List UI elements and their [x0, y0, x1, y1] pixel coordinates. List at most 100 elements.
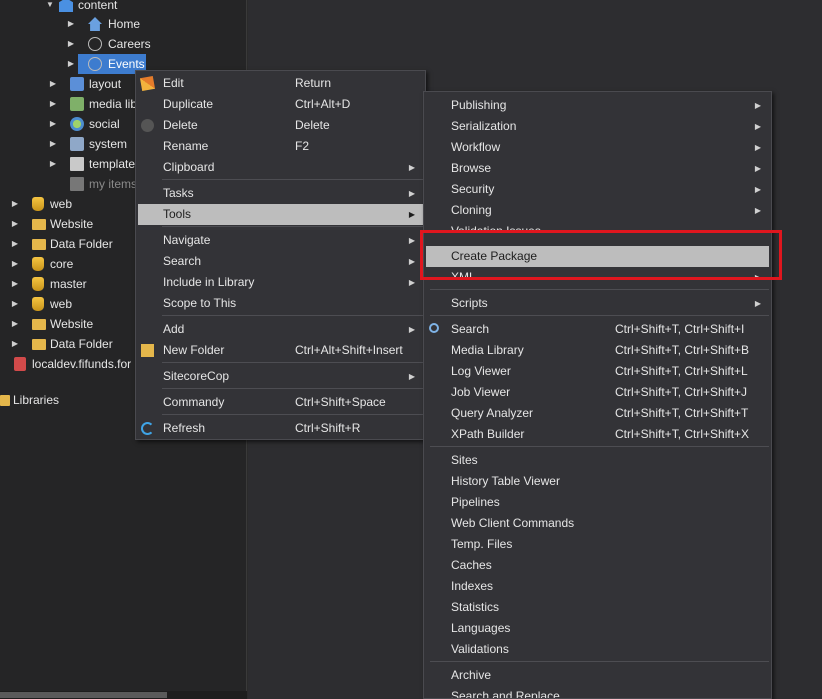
menu-item-xpath-builder[interactable]: XPath Builder Ctrl+Shift+T, Ctrl+Shift+X: [426, 424, 769, 445]
menu-item-commandy[interactable]: Commandy Ctrl+Shift+Space: [138, 392, 423, 413]
edit-icon: [139, 75, 156, 92]
expand-arrow-icon[interactable]: ▶: [48, 114, 58, 134]
menu-item-query-analyzer[interactable]: Query Analyzer Ctrl+Shift+T, Ctrl+Shift+…: [426, 403, 769, 424]
menu-item-media-library[interactable]: Media Library Ctrl+Shift+T, Ctrl+Shift+B: [426, 340, 769, 361]
menu-item-job-viewer[interactable]: Job Viewer Ctrl+Shift+T, Ctrl+Shift+J: [426, 382, 769, 403]
menu-separator: [162, 179, 423, 180]
expand-arrow-icon[interactable]: ▶: [66, 34, 76, 54]
system-icon: [70, 137, 84, 151]
expand-arrow-icon[interactable]: ▶: [48, 94, 58, 114]
menu-item-languages[interactable]: Languages: [426, 618, 769, 639]
menu-item-statistics[interactable]: Statistics: [426, 597, 769, 618]
submenu-arrow-icon: ▶: [408, 325, 415, 334]
refresh-icon: [141, 422, 154, 435]
annotation-highlight-box: [420, 230, 782, 280]
menu-item-tasks[interactable]: Tasks ▶: [138, 183, 423, 204]
expand-arrow-icon[interactable]: ▶: [10, 274, 20, 294]
menu-item-indexes[interactable]: Indexes: [426, 576, 769, 597]
menu-item-new-folder[interactable]: New Folder Ctrl+Alt+Shift+Insert: [138, 340, 423, 361]
menu-item-workflow[interactable]: Workflow ▶: [426, 137, 769, 158]
menu-item-browse[interactable]: Browse ▶: [426, 158, 769, 179]
menu-item-scope-to-this[interactable]: Scope to This: [138, 293, 423, 314]
expand-arrow-icon[interactable]: ▶: [10, 214, 20, 234]
folder-icon: [32, 239, 46, 250]
menu-item-sitecorecop[interactable]: SitecoreCop ▶: [138, 366, 423, 387]
menu-item-cloning[interactable]: Cloning ▶: [426, 200, 769, 221]
expand-arrow-icon[interactable]: ▶: [10, 194, 20, 214]
expand-arrow-icon[interactable]: ▶: [48, 134, 58, 154]
submenu-arrow-icon: ▶: [408, 189, 415, 198]
menu-item-search[interactable]: Search ▶: [138, 251, 423, 272]
globe-icon: [88, 57, 102, 71]
menu-item-publishing[interactable]: Publishing ▶: [426, 95, 769, 116]
layout-icon: [70, 77, 84, 91]
expand-arrow-icon[interactable]: ▶: [66, 54, 76, 74]
menu-item-sites[interactable]: Sites: [426, 450, 769, 471]
menu-item-rename[interactable]: Rename F2: [138, 136, 423, 157]
submenu-arrow-icon: ▶: [408, 278, 415, 287]
menu-item-delete[interactable]: Delete Delete: [138, 115, 423, 136]
menu-item-log-viewer[interactable]: Log Viewer Ctrl+Shift+T, Ctrl+Shift+L: [426, 361, 769, 382]
globe-icon: [88, 37, 102, 51]
expand-arrow-icon[interactable]: ▶: [66, 14, 76, 34]
menu-separator: [162, 388, 423, 389]
menu-separator: [430, 289, 769, 290]
menu-item-caches[interactable]: Caches: [426, 555, 769, 576]
submenu-arrow-icon: ▶: [754, 101, 761, 110]
database-icon: [32, 257, 44, 271]
expand-arrow-icon[interactable]: ▶: [10, 254, 20, 274]
database-icon: [32, 297, 44, 311]
expand-arrow-icon[interactable]: ▶: [48, 74, 58, 94]
social-icon: [70, 117, 84, 131]
menu-item-security[interactable]: Security ▶: [426, 179, 769, 200]
scrollbar-thumb[interactable]: [0, 692, 167, 698]
my-items-icon: [70, 177, 84, 191]
menu-item-history-table-viewer[interactable]: History Table Viewer: [426, 471, 769, 492]
menu-item-temp-files[interactable]: Temp. Files: [426, 534, 769, 555]
menu-item-refresh[interactable]: Refresh Ctrl+Shift+R: [138, 418, 423, 439]
menu-item-search-and-replace[interactable]: Search and Replace: [426, 686, 769, 698]
menu-item-validations[interactable]: Validations: [426, 639, 769, 660]
menu-item-archive[interactable]: Archive: [426, 665, 769, 686]
submenu-arrow-icon: ▶: [408, 257, 415, 266]
submenu-arrow-icon: ▶: [754, 164, 761, 173]
menu-item-web-client-commands[interactable]: Web Client Commands: [426, 513, 769, 534]
expand-arrow-icon[interactable]: ▶: [10, 334, 20, 354]
menu-separator: [162, 362, 423, 363]
menu-separator: [430, 315, 769, 316]
menu-item-navigate[interactable]: Navigate ▶: [138, 230, 423, 251]
menu-item-edit[interactable]: Edit Return: [138, 73, 423, 94]
menu-item-serialization[interactable]: Serialization ▶: [426, 116, 769, 137]
database-icon: [32, 197, 44, 211]
submenu-arrow-icon: ▶: [754, 206, 761, 215]
collapse-arrow-icon[interactable]: ▼: [45, 0, 55, 15]
menu-item-clipboard[interactable]: Clipboard ▶: [138, 157, 423, 178]
menu-separator: [430, 446, 769, 447]
menu-item-tools-search[interactable]: Search Ctrl+Shift+T, Ctrl+Shift+I: [426, 319, 769, 340]
submenu-arrow-icon: ▶: [408, 210, 415, 219]
expand-arrow-icon[interactable]: ▶: [48, 154, 58, 174]
tools-submenu: Publishing ▶ Serialization ▶ Workflow ▶ …: [423, 91, 772, 699]
delete-icon: [141, 119, 154, 132]
submenu-arrow-icon: ▶: [754, 122, 761, 131]
menu-separator: [162, 226, 423, 227]
expand-arrow-icon[interactable]: ▶: [10, 294, 20, 314]
menu-item-add[interactable]: Add ▶: [138, 319, 423, 340]
new-folder-icon: [141, 344, 154, 357]
context-menu: Edit Return Duplicate Ctrl+Alt+D Delete …: [135, 70, 426, 440]
menu-item-scripts[interactable]: Scripts ▶: [426, 293, 769, 314]
menu-item-pipelines[interactable]: Pipelines: [426, 492, 769, 513]
folder-icon: [32, 319, 46, 330]
horizontal-scrollbar[interactable]: [0, 691, 247, 699]
menu-separator: [430, 661, 769, 662]
expand-arrow-icon[interactable]: ▶: [10, 234, 20, 254]
menu-item-tools[interactable]: Tools ▶: [138, 204, 423, 225]
menu-separator: [162, 414, 423, 415]
search-icon: [429, 323, 439, 333]
expand-arrow-icon[interactable]: ▶: [10, 314, 20, 334]
submenu-arrow-icon: ▶: [754, 185, 761, 194]
menu-item-duplicate[interactable]: Duplicate Ctrl+Alt+D: [138, 94, 423, 115]
menu-item-include-in-library[interactable]: Include in Library ▶: [138, 272, 423, 293]
submenu-arrow-icon: ▶: [408, 163, 415, 172]
media-icon: [70, 97, 84, 111]
